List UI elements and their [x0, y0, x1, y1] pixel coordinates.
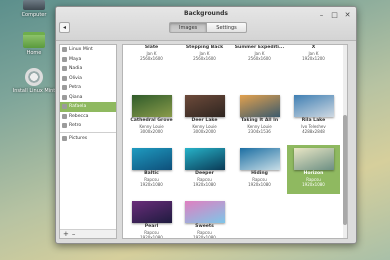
wallpaper-resolution: 1920x1200: [302, 56, 325, 61]
wallpaper-item[interactable]: Deer Lake Kenny Louie 3000x2000: [178, 92, 231, 141]
sidebar-item-label: Linux Mint: [69, 47, 93, 52]
tab-images[interactable]: Images: [169, 22, 208, 33]
wallpaper-item[interactable]: Hiding Rapcsu 1920x1080: [233, 145, 286, 194]
sidebar-item-linux-mint[interactable]: Linux Mint: [60, 45, 116, 55]
wallpaper-item[interactable]: Deeper Rapcsu 1920x1080: [178, 145, 231, 194]
wallpaper-resolution: 4288x2848: [302, 129, 325, 134]
wallpaper-thumbnail: [131, 201, 172, 223]
folder-icon: [62, 47, 67, 53]
wallpaper-resolution: 3000x2000: [140, 129, 163, 134]
sidebar-item-nadia[interactable]: Nadia: [60, 64, 116, 74]
folder-icon: [62, 123, 67, 129]
wallpaper-item[interactable]: Rila Lake Ivo Teleshev 4288x2848: [287, 92, 340, 141]
sidebar-toolbar: + –: [60, 229, 116, 238]
wallpaper-item[interactable]: Horizon Rapcsu 1920x1080: [287, 145, 340, 194]
sidebar-item-label: Maya: [69, 56, 82, 62]
collection-sidebar: Linux Mint Maya Nadia Olivia Petra Qiana Rafae…: [59, 44, 117, 239]
wallpaper-thumbnail: [131, 95, 172, 117]
tab-settings[interactable]: Settings: [207, 22, 247, 33]
window-controls: – □ ✕: [317, 11, 352, 20]
sidebar-item-retro[interactable]: Retro: [60, 121, 116, 131]
sidebar-item-olivia[interactable]: Olivia: [60, 74, 116, 84]
sidebar-item-label: Rafaela: [69, 104, 87, 109]
maximize-button[interactable]: □: [330, 11, 339, 20]
folder-icon: [62, 94, 67, 100]
wallpaper-thumbnail: [293, 95, 334, 117]
folder-icon: [62, 104, 67, 110]
sidebar-item-qiana[interactable]: Qiana: [60, 93, 116, 103]
sidebar-item-rebecca[interactable]: Rebecca: [60, 112, 116, 122]
wallpaper-grid: Sweets Rapcsu 1920x1080 Pearl Rapcsu 1920x108…: [122, 44, 348, 239]
wallpaper-item[interactable]: Summer Expediti... Jan K 2560x1600: [233, 45, 286, 67]
wallpaper-item[interactable]: X Jan K 1920x1200: [287, 45, 340, 67]
wallpaper-resolution: 2560x1600: [193, 56, 216, 61]
wallpaper-item[interactable]: Slate Jan K 2560x1600: [125, 45, 178, 67]
folder-icon: [62, 56, 67, 62]
sidebar-item-label: Retro: [69, 123, 82, 128]
wallpaper-resolution: 1920x1080: [302, 182, 325, 187]
wallpaper-resolution: 1920x1080: [193, 235, 216, 239]
window-title: Backgrounds: [184, 10, 228, 17]
close-button[interactable]: ✕: [343, 11, 352, 20]
wallpaper-thumbnail: [184, 95, 225, 117]
wallpaper-thumbnail: [239, 148, 280, 170]
wallpaper-resolution: 2304x1536: [248, 129, 271, 134]
folder-icon: [62, 135, 67, 141]
wallpaper-item[interactable]: Baltic Rapcsu 1920x1080: [125, 145, 178, 194]
wallpaper-resolution: 1920x1080: [140, 182, 163, 187]
wallpaper-thumbnail: [184, 148, 225, 170]
wallpaper-thumbnail: [184, 201, 225, 223]
sidebar-item-label: Nadia: [69, 66, 83, 71]
wallpaper-resolution: 2560x1600: [140, 56, 163, 61]
minimize-button[interactable]: –: [317, 11, 326, 20]
sidebar-item-maya[interactable]: Maya: [60, 55, 116, 65]
grid-scrollbar[interactable]: [343, 45, 347, 238]
computer-icon: [23, 0, 45, 10]
sidebar-item-rafaela[interactable]: Rafaela: [60, 102, 116, 112]
sidebar-item-label: Rebecca: [69, 113, 89, 119]
wallpaper-item[interactable]: Pearl Rapcsu 1920x1080: [125, 198, 178, 239]
wallpaper-resolution: 2560x1600: [248, 56, 271, 61]
backgrounds-window: Backgrounds ◂ Images Settings – □ ✕ Linu…: [55, 6, 357, 244]
titlebar: Backgrounds ◂ Images Settings – □ ✕: [56, 7, 356, 41]
back-button[interactable]: ◂: [59, 22, 70, 33]
tab-switcher: Images Settings: [169, 22, 247, 33]
home-folder-icon: [23, 32, 45, 48]
wallpaper-resolution: 1920x1080: [140, 235, 163, 239]
wallpaper-thumbnail: [131, 148, 172, 170]
sidebar-item-label: Pictures: [69, 135, 88, 141]
scrollbar-thumb[interactable]: [343, 115, 347, 225]
wallpaper-resolution: 1920x1080: [193, 182, 216, 187]
sidebar-separator: [60, 131, 116, 133]
wallpaper-item[interactable]: Stepping Back Jan K 2560x1600: [178, 45, 231, 67]
sidebar-item-label: Qiana: [69, 94, 83, 100]
add-folder-button[interactable]: +: [63, 230, 69, 238]
wallpaper-item[interactable]: Taking It All In Kenny Louie 2304x1536: [233, 92, 286, 141]
sidebar-item-pictures[interactable]: Pictures: [60, 134, 116, 144]
sidebar-item-petra[interactable]: Petra: [60, 83, 116, 93]
remove-folder-button[interactable]: –: [72, 230, 76, 238]
folder-icon: [62, 75, 67, 81]
wallpaper-thumbnail: [239, 95, 280, 117]
disc-icon: [25, 68, 43, 86]
wallpaper-item[interactable]: Sweets Rapcsu 1920x1080: [178, 198, 231, 239]
sidebar-item-label: Petra: [69, 85, 81, 90]
folder-icon: [62, 113, 67, 119]
folder-icon: [62, 85, 67, 91]
wallpaper-resolution: 1920x1080: [248, 182, 271, 187]
wallpaper-resolution: 3000x2000: [193, 129, 216, 134]
wallpaper-thumbnail: [293, 148, 334, 170]
collection-list: Linux Mint Maya Nadia Olivia Petra Qiana Rafae…: [60, 45, 116, 143]
wallpaper-item[interactable]: Cathedral Grove Kenny Louie 3000x2000: [125, 92, 178, 141]
sidebar-item-label: Olivia: [69, 75, 82, 81]
folder-icon: [62, 66, 67, 72]
